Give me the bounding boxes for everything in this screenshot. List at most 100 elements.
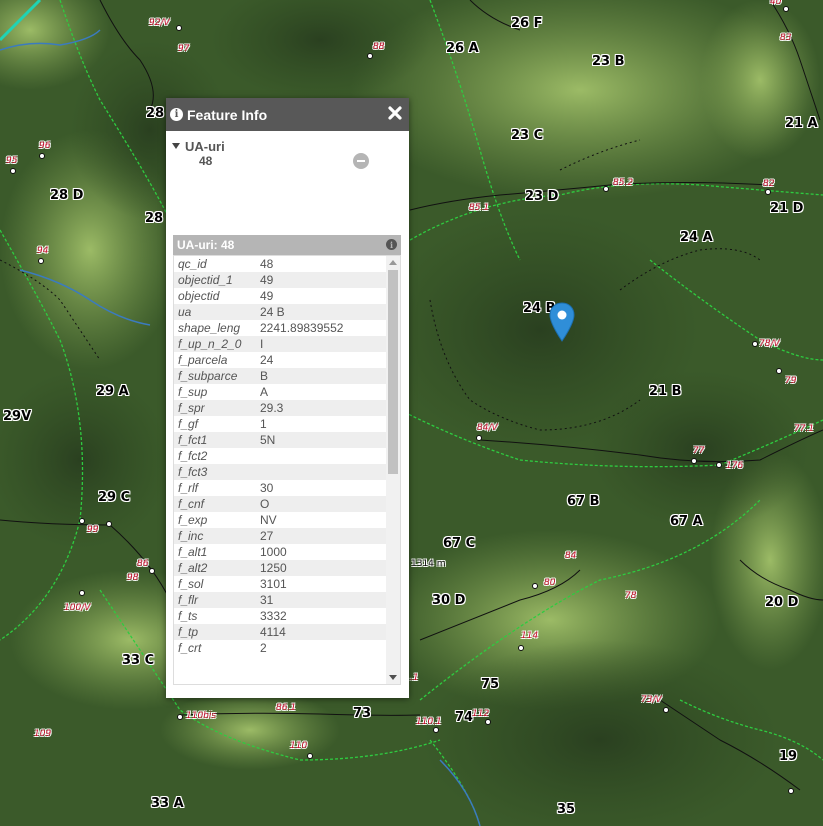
attribute-key: f_alt2 — [174, 560, 256, 576]
scrollbar[interactable] — [386, 256, 400, 684]
survey-point — [532, 583, 538, 589]
attribute-key: objectid_1 — [174, 272, 256, 288]
attribute-value — [256, 464, 387, 480]
caret-down-icon[interactable] — [172, 142, 180, 149]
point-label: 77 — [693, 446, 705, 456]
point-label: 100/V — [64, 603, 91, 613]
satellite-map[interactable] — [0, 0, 823, 826]
attribute-value: A — [256, 384, 387, 400]
attribute-row: qc_id 48 — [174, 256, 387, 272]
point-label: 82 — [763, 179, 775, 189]
point-label: 114 — [521, 631, 539, 641]
popup-header: i Feature Info — [166, 98, 409, 131]
point-label: 77.1 — [794, 424, 815, 434]
attribute-row: f_tp 4114 — [174, 624, 387, 640]
layer-tree: UA-uri 48 — [172, 138, 225, 168]
point-label: 99 — [87, 525, 99, 535]
survey-point — [691, 458, 697, 464]
attribute-key: f_up_n_2_0 — [174, 336, 256, 352]
attribute-panel-header: UA-uri: 48 i — [173, 235, 401, 255]
attribute-row: shape_leng 2241.89839552 — [174, 320, 387, 336]
scale-text: 1314 m — [411, 559, 446, 569]
feature-id[interactable]: 48 — [199, 154, 225, 168]
attribute-key: qc_id — [174, 256, 256, 272]
survey-point — [39, 153, 45, 159]
scroll-down-icon[interactable] — [389, 675, 397, 680]
attribute-key: f_parcela — [174, 352, 256, 368]
survey-point — [476, 435, 482, 441]
point-label: 95 — [6, 156, 18, 166]
scroll-up-icon[interactable] — [389, 260, 397, 265]
point-label: 85.1 — [469, 203, 490, 213]
stand-label: 29 A — [96, 384, 129, 399]
survey-point — [367, 53, 373, 59]
attribute-row: f_flr 31 — [174, 592, 387, 608]
attribute-value: 5N — [256, 432, 387, 448]
point-label: 110bis — [186, 711, 217, 721]
attribute-key: f_tp — [174, 624, 256, 640]
point-label: 86.1 — [276, 703, 297, 713]
survey-point — [307, 753, 313, 759]
point-label: 73/V — [641, 695, 662, 705]
attribute-row: f_subparce B — [174, 368, 387, 384]
close-icon[interactable] — [387, 105, 403, 121]
attribute-row: f_fct1 5N — [174, 432, 387, 448]
attribute-key: f_subparce — [174, 368, 256, 384]
attribute-value: 48 — [256, 256, 387, 272]
attribute-value: 2 — [256, 640, 387, 656]
survey-point — [776, 368, 782, 374]
point-label: .1 — [410, 673, 419, 683]
attribute-key: f_alt1 — [174, 544, 256, 560]
location-marker-icon[interactable] — [549, 302, 575, 342]
stand-label: 23 B — [592, 54, 625, 69]
survey-point — [176, 25, 182, 31]
attribute-key: f_fct2 — [174, 448, 256, 464]
stand-label: 28 D — [50, 188, 84, 203]
remove-icon[interactable] — [353, 153, 369, 169]
attribute-row: f_up_n_2_0 I — [174, 336, 387, 352]
attribute-row: f_parcela 24 — [174, 352, 387, 368]
attribute-value: 31 — [256, 592, 387, 608]
layer-name: UA-uri — [185, 139, 225, 154]
attribute-value: 2241.89839552 — [256, 320, 387, 336]
survey-point — [485, 719, 491, 725]
stand-label: 33 A — [151, 796, 184, 811]
stand-label: 30 D — [432, 593, 466, 608]
attribute-row: f_fct2 — [174, 448, 387, 464]
attribute-row: f_rlf 30 — [174, 480, 387, 496]
scroll-thumb[interactable] — [388, 270, 398, 474]
point-label: 94 — [37, 246, 49, 256]
attribute-row: f_alt2 1250 — [174, 560, 387, 576]
attribute-table-scroll[interactable]: qc_id 48 objectid_1 49 objectid 49 ua 24 Bshape… — [173, 255, 401, 685]
attribute-key: f_fct1 — [174, 432, 256, 448]
attribute-row: f_alt1 1000 — [174, 544, 387, 560]
attribute-key: f_cnf — [174, 496, 256, 512]
attribute-row: f_inc 27 — [174, 528, 387, 544]
stand-label: 74 — [455, 710, 474, 725]
info-icon[interactable]: i — [386, 239, 397, 250]
stand-label: 21 B — [649, 384, 682, 399]
attribute-row: f_cnf O — [174, 496, 387, 512]
stand-label: 73 — [353, 706, 372, 721]
stand-label: 19 — [779, 749, 798, 764]
attribute-value: 24 — [256, 352, 387, 368]
attribute-value: I — [256, 336, 387, 352]
survey-point — [663, 707, 669, 713]
attribute-table: qc_id 48 objectid_1 49 objectid 49 ua 24 Bshape… — [174, 256, 387, 656]
attribute-key: f_exp — [174, 512, 256, 528]
point-label: 79 — [785, 376, 797, 386]
stand-label: 24 A — [680, 230, 713, 245]
survey-point — [752, 341, 758, 347]
popup-title: Feature Info — [187, 106, 268, 123]
attribute-value: 3101 — [256, 576, 387, 592]
point-label: 112 — [472, 709, 490, 719]
stand-label: 67 B — [567, 494, 600, 509]
point-label: 98 — [127, 573, 139, 583]
feature-info-popup: i Feature Info UA-uri 48 UA-uri: 48 i qc… — [166, 98, 409, 698]
point-label: 92/V — [149, 18, 170, 28]
attribute-value: B — [256, 368, 387, 384]
attribute-row: f_fct3 — [174, 464, 387, 480]
attribute-key: f_fct3 — [174, 464, 256, 480]
stand-label: 67 C — [443, 536, 476, 551]
attribute-key: objectid — [174, 288, 256, 304]
